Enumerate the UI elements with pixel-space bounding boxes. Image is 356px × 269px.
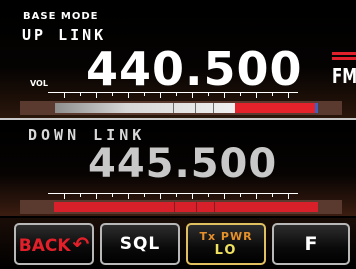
downlink-level-fill: [54, 202, 318, 212]
radio-screen: BASE MODE UP LINK 440.500 VOL FM DOWN LI…: [0, 0, 356, 269]
back-button-label: BACK: [18, 236, 71, 256]
tx-power-button[interactable]: Tx PWR LO: [186, 223, 266, 265]
volume-level-marker: [315, 103, 318, 113]
squelch-button[interactable]: SQL: [100, 223, 180, 265]
volume-label: VOL: [30, 79, 48, 88]
volume-level-fill: [55, 103, 235, 113]
tx-power-label: Tx PWR: [199, 230, 253, 243]
downlink-level-bar[interactable]: [20, 200, 342, 214]
modulation-label: FM: [332, 64, 356, 88]
tx-power-value: LO: [214, 243, 238, 258]
volume-level-red-zone: [235, 103, 315, 113]
uplink-scale-ticks: [48, 93, 298, 99]
mode-indicator: BASE MODE: [23, 11, 99, 22]
function-button-bar: BACK ↶ SQL Tx PWR LO F: [0, 218, 356, 269]
return-arrow-icon: ↶: [72, 232, 90, 256]
squelch-button-label: SQL: [119, 234, 161, 254]
downlink-frequency[interactable]: 445.500: [88, 144, 277, 184]
back-button[interactable]: BACK ↶: [14, 223, 94, 265]
downlink-panel: DOWN LINK 445.500: [0, 122, 356, 216]
function-button-label: F: [304, 233, 318, 255]
modulation-indicator-bars: [332, 52, 356, 62]
volume-level-bar[interactable]: [20, 101, 342, 115]
function-button[interactable]: F: [272, 223, 350, 265]
uplink-panel: BASE MODE UP LINK 440.500 VOL FM: [0, 6, 356, 120]
uplink-frequency[interactable]: 440.500: [86, 46, 303, 92]
